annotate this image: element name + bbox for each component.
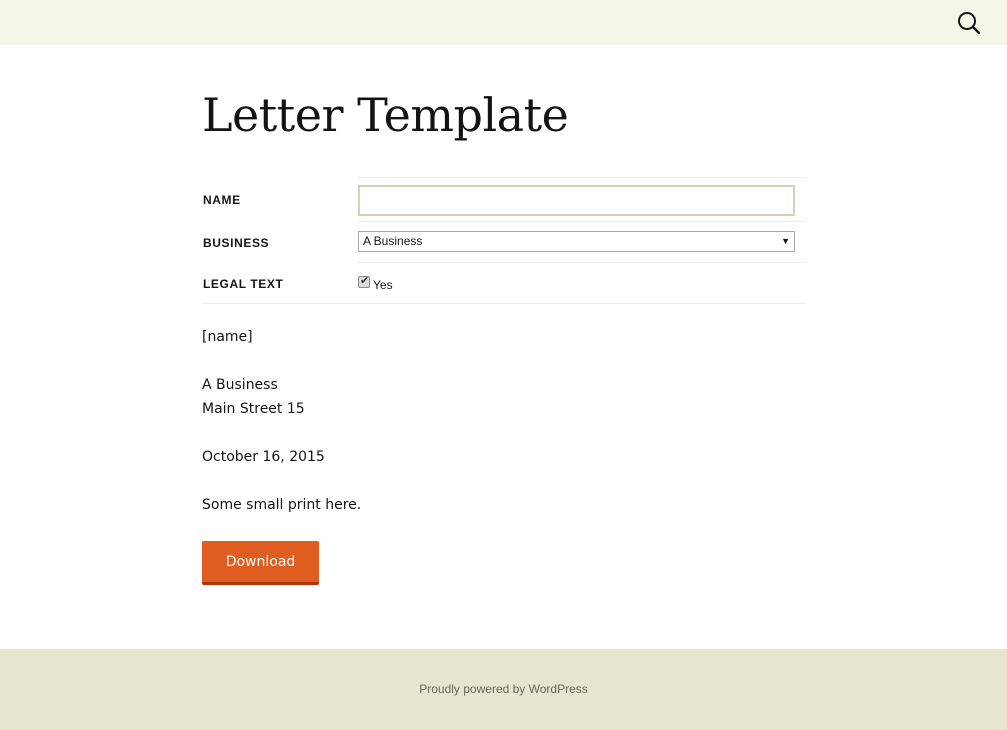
letter-small-print: Some small print here. [202, 497, 362, 513]
legal-text-option-label[interactable]: Yes [373, 278, 393, 292]
form-row-name: NAME [202, 177, 806, 222]
site-footer: Proudly powered by WordPress [0, 649, 1007, 730]
letter-address: Main Street 15 [202, 401, 305, 417]
name-label: NAME [203, 193, 241, 207]
letter-preview: [name] A Business Main Street 15 October… [202, 325, 806, 541]
legal-text-checkbox[interactable]: ✔ [358, 275, 370, 288]
letter-form: NAME BUSINESS A Business ▼ LEGAL TEXT ✔ … [202, 177, 806, 304]
letter-recipient-name: [name] [202, 329, 253, 345]
business-select[interactable]: A Business ▼ [358, 231, 795, 252]
download-button[interactable]: Download [202, 541, 319, 585]
search-icon [952, 6, 986, 40]
name-input[interactable] [358, 185, 795, 216]
name-field-cell [357, 177, 806, 222]
letter-business-name: A Business [202, 377, 278, 393]
footer-credit: Proudly powered by WordPress [0, 682, 1007, 696]
letter-address-block: A Business Main Street 15 [202, 373, 806, 421]
top-bar [0, 0, 1007, 45]
dropdown-arrow-icon: ▼ [781, 236, 790, 246]
form-row-business: BUSINESS A Business ▼ [202, 222, 806, 263]
business-field-cell: A Business ▼ [357, 222, 806, 263]
business-select-value: A Business [363, 234, 423, 248]
legal-text-field-cell: ✔ Yes [357, 263, 806, 303]
business-label: BUSINESS [203, 236, 270, 250]
legal-text-label: LEGAL TEXT [203, 277, 284, 291]
form-row-legal-text: LEGAL TEXT ✔ Yes [202, 263, 806, 304]
page-title: Letter Template [202, 88, 569, 142]
checkmark-icon: ✔ [360, 275, 370, 287]
search-button[interactable] [952, 6, 986, 40]
wordpress-credit-link[interactable]: Proudly powered by WordPress [419, 682, 588, 696]
letter-date: October 16, 2015 [202, 449, 325, 465]
